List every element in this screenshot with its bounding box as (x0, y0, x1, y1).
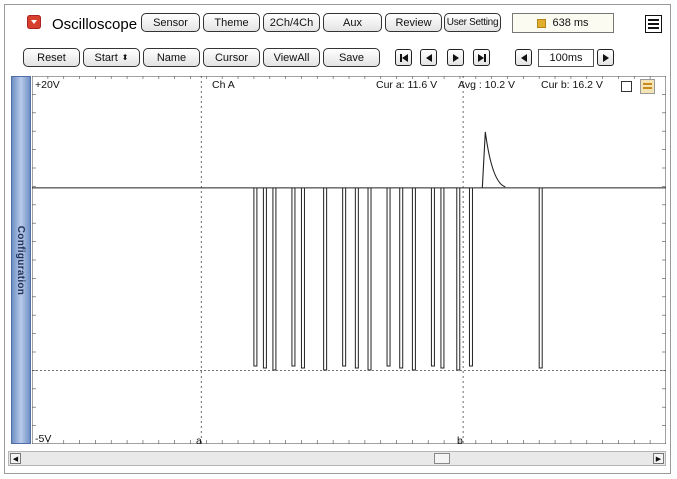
sensor-button[interactable]: Sensor (141, 13, 200, 32)
timescale-decrease-button[interactable] (515, 49, 532, 66)
start-label: Start (94, 51, 118, 64)
channel-mode-button[interactable]: 2Ch/4Ch (263, 13, 320, 32)
save-button[interactable]: Save (323, 48, 380, 67)
bottom-voltage-label: -5V (35, 433, 52, 445)
oscilloscope-plot[interactable] (32, 76, 666, 444)
timescale-field[interactable]: 100ms (538, 49, 594, 67)
scroll-right-icon[interactable]: ▶ (653, 453, 664, 464)
last-frame-button[interactable] (473, 49, 490, 66)
menu-icon[interactable] (645, 15, 662, 33)
clock-icon (537, 18, 547, 28)
updown-icon: ⬍ (121, 52, 129, 62)
scroll-thumb[interactable] (434, 453, 450, 464)
cursor-a-readout: Cur a: 11.6 V (376, 79, 438, 91)
average-readout: Avg : 10.2 V (458, 79, 516, 91)
top-voltage-label: +20V (35, 79, 60, 91)
viewall-button[interactable]: ViewAll (263, 48, 320, 67)
timescale-increase-button[interactable] (597, 49, 614, 66)
lock-icon[interactable] (640, 79, 655, 94)
reset-button[interactable]: Reset (23, 48, 80, 67)
prev-frame-button[interactable] (420, 49, 437, 66)
scroll-left-icon[interactable]: ◀ (10, 453, 21, 464)
next-frame-button[interactable] (447, 49, 464, 66)
app-logo-icon[interactable] (27, 15, 41, 29)
start-dropdown[interactable]: Start ⬍ (83, 48, 140, 67)
plot-border (32, 76, 666, 444)
review-button[interactable]: Review (385, 13, 442, 32)
name-button[interactable]: Name (143, 48, 200, 67)
time-readout-value: 638 ms (552, 17, 589, 29)
app-title: Oscilloscope (52, 16, 138, 33)
cursor-a-marker[interactable]: a (196, 435, 202, 447)
channel-label: Ch A (212, 79, 235, 91)
configuration-tab-label: Configuration (15, 225, 27, 295)
user-setting-button[interactable]: User Setting (444, 13, 501, 32)
time-readout: 638 ms (512, 13, 614, 33)
horizontal-scrollbar[interactable]: ◀ ▶ (8, 451, 666, 466)
plot-option-checkbox[interactable] (621, 81, 632, 92)
cursor-b-marker[interactable]: b (457, 435, 463, 447)
theme-button[interactable]: Theme (203, 13, 260, 32)
cursor-b-readout: Cur b: 16.2 V (541, 79, 603, 91)
aux-button[interactable]: Aux (323, 13, 382, 32)
cursor-button[interactable]: Cursor (203, 48, 260, 67)
first-frame-button[interactable] (395, 49, 412, 66)
